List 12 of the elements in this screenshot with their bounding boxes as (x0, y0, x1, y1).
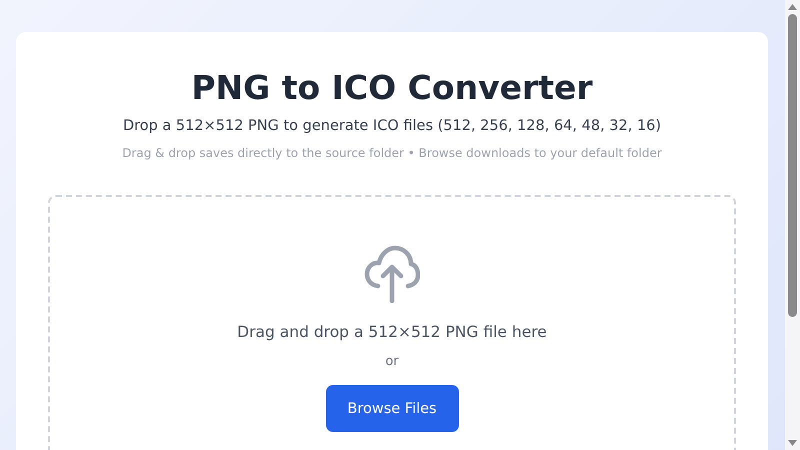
or-separator: or (385, 353, 399, 371)
hint-text: Drag & drop saves directly to the source folder • Browse downloads to your default folder (121, 145, 663, 161)
cloud-upload-icon (364, 245, 420, 303)
page-title: PNG to ICO Converter (190, 68, 594, 108)
browse-files-button[interactable]: Browse Files (326, 385, 458, 432)
scrollbar-thumb[interactable] (788, 14, 797, 317)
scrollbar[interactable] (785, 0, 800, 450)
scroll-up-icon[interactable] (788, 4, 797, 10)
scroll-down-icon[interactable] (788, 440, 797, 446)
subtitle: Drop a 512×512 PNG to generate ICO files (512, 256, 128, 64, 48, 32, 16) (122, 117, 662, 136)
drop-zone[interactable]: Drag and drop a 512×512 PNG file here or Browse Files (48, 195, 736, 450)
drop-prompt: Drag and drop a 512×512 PNG file here (237, 322, 547, 343)
